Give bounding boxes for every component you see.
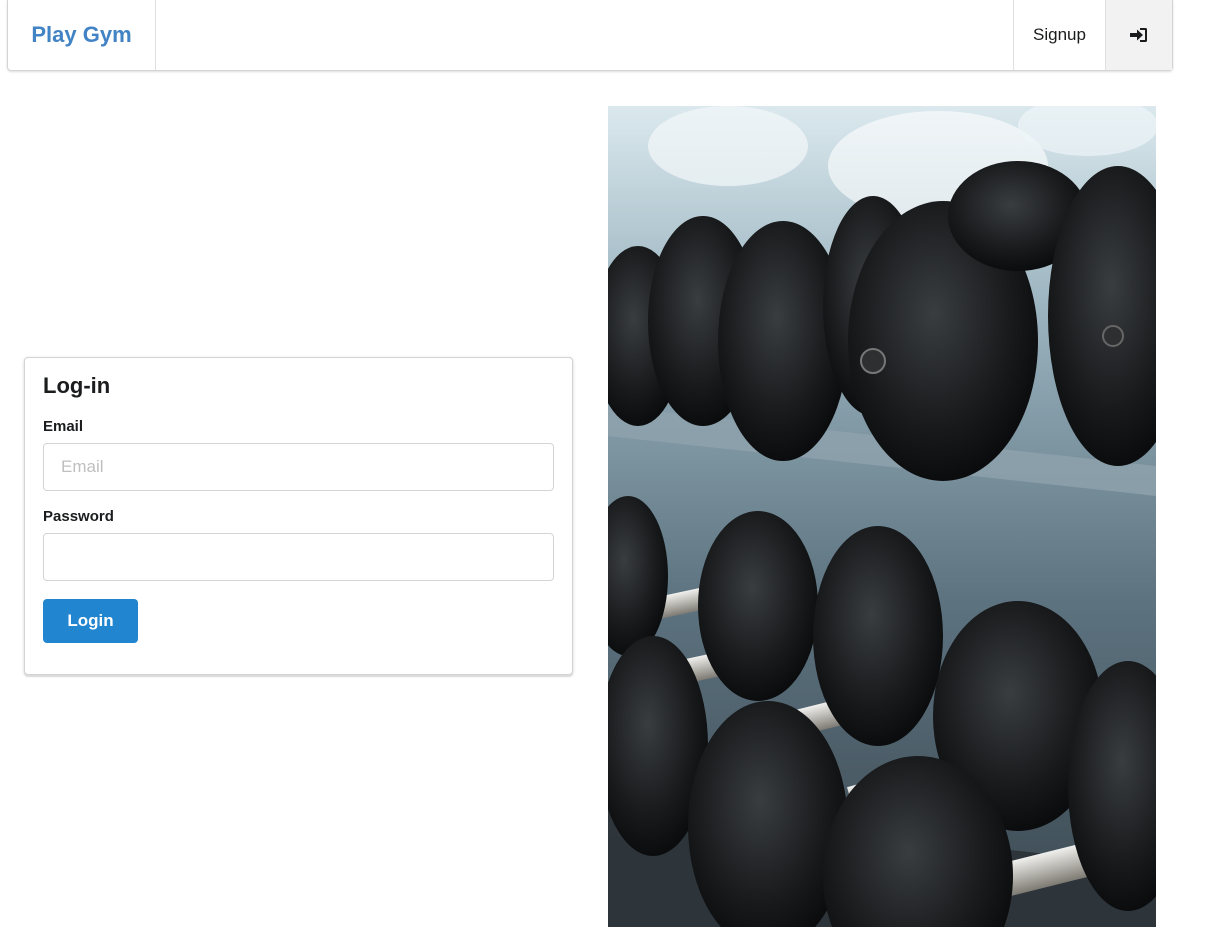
login-card: Log-in Email Password Login bbox=[24, 357, 573, 675]
login-icon-button[interactable] bbox=[1105, 0, 1172, 70]
password-label: Password bbox=[43, 508, 114, 525]
menu-spacer bbox=[156, 0, 1013, 70]
email-input[interactable] bbox=[43, 443, 554, 491]
brand-link[interactable]: Play Gym bbox=[8, 0, 156, 70]
gym-dumbbell-photo bbox=[608, 106, 1156, 927]
sign-in-icon bbox=[1130, 28, 1147, 42]
signup-link[interactable]: Signup bbox=[1013, 0, 1105, 70]
login-button[interactable]: Login bbox=[43, 599, 138, 643]
email-label: Email bbox=[43, 418, 84, 435]
top-menu: Play Gym Signup bbox=[7, 0, 1173, 71]
dumbbell-rack-image bbox=[608, 106, 1156, 927]
password-input[interactable] bbox=[43, 533, 554, 581]
login-title: Log-in bbox=[43, 373, 111, 398]
email-field-group: Email bbox=[43, 418, 554, 491]
password-field-group: Password bbox=[43, 508, 554, 581]
